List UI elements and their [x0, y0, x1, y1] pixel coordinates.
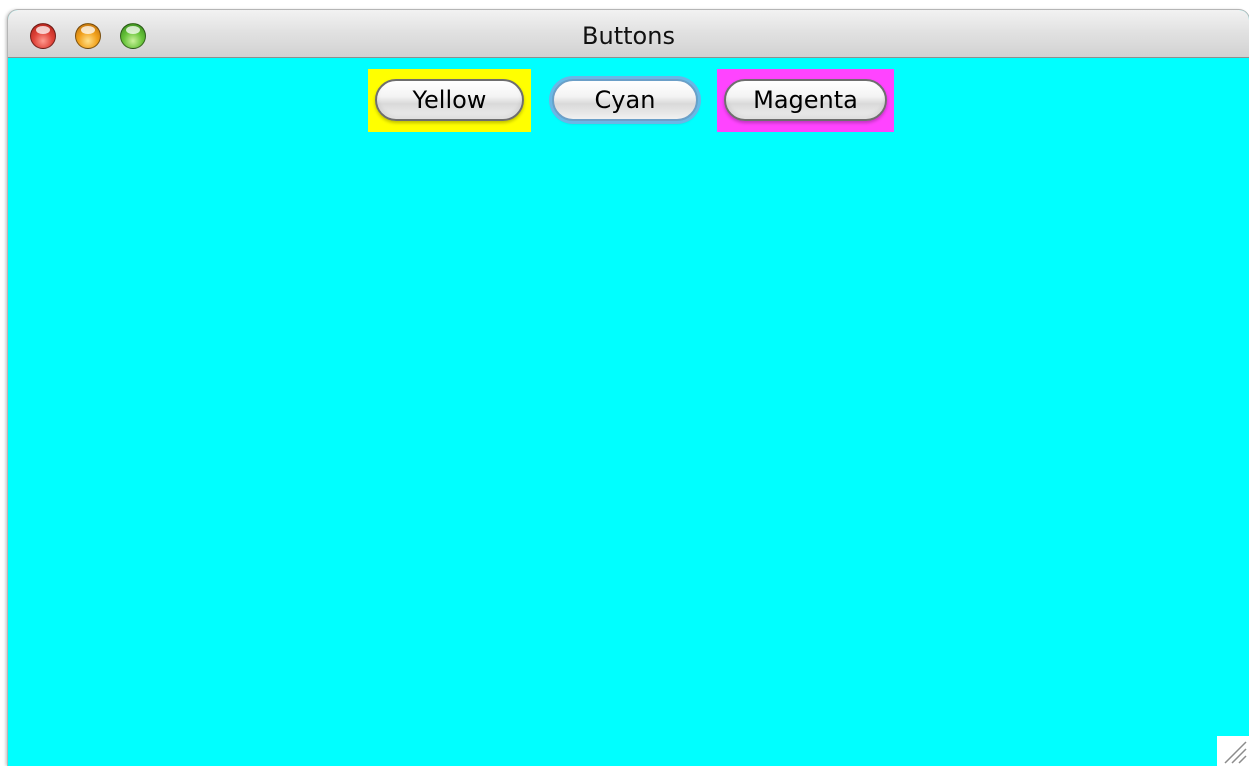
cyan-button-panel: Cyan: [545, 69, 705, 132]
cyan-button[interactable]: Cyan: [552, 79, 698, 121]
yellow-button-panel: Yellow: [368, 69, 531, 132]
magenta-button[interactable]: Magenta: [724, 79, 887, 121]
resize-grip-icon[interactable]: [1217, 736, 1249, 766]
content-panel: Yellow Cyan Magenta: [8, 58, 1249, 766]
yellow-button[interactable]: Yellow: [375, 79, 524, 121]
app-window: Buttons Yellow Cyan Magenta: [8, 10, 1249, 766]
window-title: Buttons: [582, 22, 675, 50]
magenta-button-panel: Magenta: [717, 69, 894, 132]
title-bar[interactable]: Buttons: [8, 10, 1249, 58]
